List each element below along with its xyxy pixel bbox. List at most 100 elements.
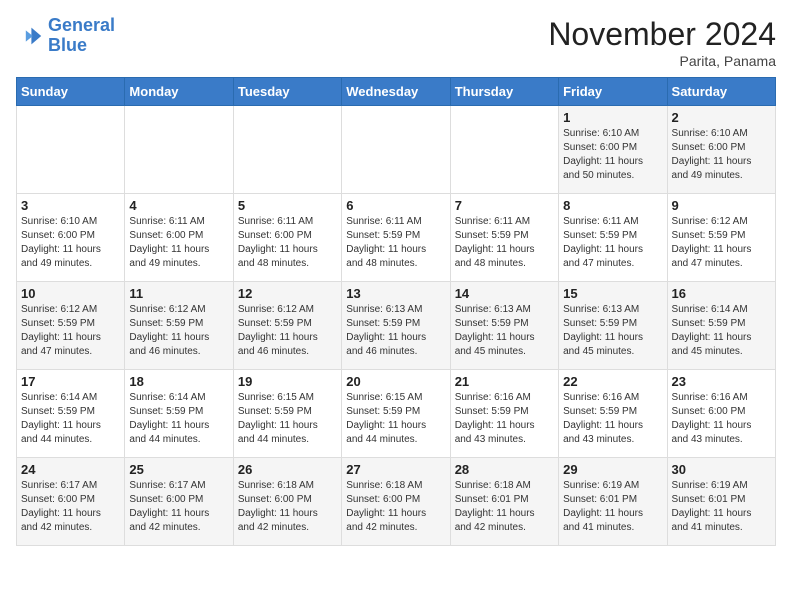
day-number: 5 bbox=[238, 198, 337, 213]
calendar-cell: 17Sunrise: 6:14 AM Sunset: 5:59 PM Dayli… bbox=[17, 370, 125, 458]
calendar-cell: 10 Sunrise: 6:12 AM Sunset: 5:59 PM Dayli… bbox=[17, 282, 125, 370]
calendar-cell: 2 Sunrise: 6:10 AM Sunset: 6:00 PM Daylig… bbox=[667, 106, 775, 194]
logo-line2: Blue bbox=[48, 36, 115, 56]
location: Parita, Panama bbox=[548, 53, 776, 69]
cell-info: Sunrise: 6:16 AM Sunset: 6:00 PM Dayligh… bbox=[672, 391, 771, 447]
cell-info: Sunrise: 6:11 AM Sunset: 6:00 PM Dayligh… bbox=[238, 215, 337, 271]
day-number: 3 bbox=[21, 198, 120, 213]
day-number: 7 bbox=[455, 198, 554, 213]
day-number: 8 bbox=[563, 198, 662, 213]
calendar-table: SundayMondayTuesdayWednesdayThursdayFrid… bbox=[16, 77, 776, 546]
calendar-cell: 29 Sunrise: 6:19 AM Sunset: 6:01 PM Dayli… bbox=[559, 458, 667, 546]
header-row: SundayMondayTuesdayWednesdayThursdayFrid… bbox=[17, 78, 776, 106]
page-header: General Blue November 2024 Parita, Panam… bbox=[16, 16, 776, 69]
title-block: November 2024 Parita, Panama bbox=[548, 16, 776, 69]
day-number: 2 bbox=[672, 110, 771, 125]
calendar-cell: 13 Sunrise: 6:13 AM Sunset: 5:59 PM Dayli… bbox=[342, 282, 450, 370]
week-row-1: 1 Sunrise: 6:10 AM Sunset: 6:00 PM Daylig… bbox=[17, 106, 776, 194]
calendar-cell: 28 Sunrise: 6:18 AM Sunset: 6:01 PM Dayli… bbox=[450, 458, 558, 546]
day-header-monday: Monday bbox=[125, 78, 233, 106]
calendar-cell: 20Sunrise: 6:15 AM Sunset: 5:59 PM Dayli… bbox=[342, 370, 450, 458]
day-number: 11 bbox=[129, 286, 228, 301]
calendar-cell: 4 Sunrise: 6:11 AM Sunset: 6:00 PM Daylig… bbox=[125, 194, 233, 282]
day-number: 29 bbox=[563, 462, 662, 477]
day-number: 30 bbox=[672, 462, 771, 477]
logo: General Blue bbox=[16, 16, 115, 56]
calendar-cell: 30 Sunrise: 6:19 AM Sunset: 6:01 PM Dayli… bbox=[667, 458, 775, 546]
calendar-body: 1 Sunrise: 6:10 AM Sunset: 6:00 PM Daylig… bbox=[17, 106, 776, 546]
day-number: 13 bbox=[346, 286, 445, 301]
week-row-2: 3Sunrise: 6:10 AM Sunset: 6:00 PM Daylig… bbox=[17, 194, 776, 282]
calendar-cell bbox=[125, 106, 233, 194]
cell-info: Sunrise: 6:12 AM Sunset: 5:59 PM Dayligh… bbox=[238, 303, 337, 359]
week-row-3: 10 Sunrise: 6:12 AM Sunset: 5:59 PM Dayli… bbox=[17, 282, 776, 370]
calendar-cell bbox=[342, 106, 450, 194]
calendar-cell: 3Sunrise: 6:10 AM Sunset: 6:00 PM Daylig… bbox=[17, 194, 125, 282]
day-number: 22 bbox=[563, 374, 662, 389]
cell-info: Sunrise: 6:13 AM Sunset: 5:59 PM Dayligh… bbox=[455, 303, 554, 359]
calendar-header: SundayMondayTuesdayWednesdayThursdayFrid… bbox=[17, 78, 776, 106]
logo-icon bbox=[16, 22, 44, 50]
calendar-cell: 7 Sunrise: 6:11 AM Sunset: 5:59 PM Daylig… bbox=[450, 194, 558, 282]
day-header-saturday: Saturday bbox=[667, 78, 775, 106]
calendar-cell: 15 Sunrise: 6:13 AM Sunset: 5:59 PM Dayli… bbox=[559, 282, 667, 370]
cell-info: Sunrise: 6:11 AM Sunset: 6:00 PM Dayligh… bbox=[129, 215, 228, 271]
calendar-cell: 27 Sunrise: 6:18 AM Sunset: 6:00 PM Dayli… bbox=[342, 458, 450, 546]
cell-info: Sunrise: 6:14 AM Sunset: 5:59 PM Dayligh… bbox=[129, 391, 228, 447]
cell-info: Sunrise: 6:18 AM Sunset: 6:00 PM Dayligh… bbox=[346, 479, 445, 535]
cell-info: Sunrise: 6:13 AM Sunset: 5:59 PM Dayligh… bbox=[563, 303, 662, 359]
calendar-cell: 26 Sunrise: 6:18 AM Sunset: 6:00 PM Dayli… bbox=[233, 458, 341, 546]
day-header-thursday: Thursday bbox=[450, 78, 558, 106]
logo-line1: General bbox=[48, 16, 115, 36]
day-number: 15 bbox=[563, 286, 662, 301]
logo-text: General Blue bbox=[48, 16, 115, 56]
week-row-4: 17 Sunrise: 6:14 AM Sunset: 5:59 PM Dayli… bbox=[17, 370, 776, 458]
calendar-cell: 21 Sunrise: 6:16 AM Sunset: 5:59 PM Dayli… bbox=[450, 370, 558, 458]
cell-info: Sunrise: 6:16 AM Sunset: 5:59 PM Dayligh… bbox=[563, 391, 662, 447]
day-number: 27 bbox=[346, 462, 445, 477]
calendar-cell: 14 Sunrise: 6:13 AM Sunset: 5:59 PM Dayli… bbox=[450, 282, 558, 370]
day-number: 9 bbox=[672, 198, 771, 213]
cell-info: Sunrise: 6:10 AM Sunset: 6:00 PM Dayligh… bbox=[672, 127, 771, 183]
calendar-cell: 25Sunrise: 6:17 AM Sunset: 6:00 PM Dayli… bbox=[125, 458, 233, 546]
calendar-cell bbox=[450, 106, 558, 194]
month-title: November 2024 bbox=[548, 16, 776, 53]
cell-info: Sunrise: 6:12 AM Sunset: 5:59 PM Dayligh… bbox=[21, 303, 120, 359]
day-number: 28 bbox=[455, 462, 554, 477]
day-number: 20 bbox=[346, 374, 445, 389]
calendar-cell: 19Sunrise: 6:15 AM Sunset: 5:59 PM Dayli… bbox=[233, 370, 341, 458]
cell-info: Sunrise: 6:19 AM Sunset: 6:01 PM Dayligh… bbox=[563, 479, 662, 535]
day-number: 1 bbox=[563, 110, 662, 125]
day-number: 18 bbox=[129, 374, 228, 389]
cell-info: Sunrise: 6:18 AM Sunset: 6:01 PM Dayligh… bbox=[455, 479, 554, 535]
day-number: 25 bbox=[129, 462, 228, 477]
calendar-cell: 11Sunrise: 6:12 AM Sunset: 5:59 PM Dayli… bbox=[125, 282, 233, 370]
cell-info: Sunrise: 6:12 AM Sunset: 5:59 PM Dayligh… bbox=[672, 215, 771, 271]
cell-info: Sunrise: 6:10 AM Sunset: 6:00 PM Dayligh… bbox=[563, 127, 662, 183]
day-header-tuesday: Tuesday bbox=[233, 78, 341, 106]
day-number: 14 bbox=[455, 286, 554, 301]
day-number: 4 bbox=[129, 198, 228, 213]
cell-info: Sunrise: 6:18 AM Sunset: 6:00 PM Dayligh… bbox=[238, 479, 337, 535]
cell-info: Sunrise: 6:11 AM Sunset: 5:59 PM Dayligh… bbox=[455, 215, 554, 271]
day-number: 24 bbox=[21, 462, 120, 477]
calendar-cell: 6Sunrise: 6:11 AM Sunset: 5:59 PM Daylig… bbox=[342, 194, 450, 282]
cell-info: Sunrise: 6:19 AM Sunset: 6:01 PM Dayligh… bbox=[672, 479, 771, 535]
calendar-cell bbox=[233, 106, 341, 194]
day-number: 6 bbox=[346, 198, 445, 213]
day-number: 26 bbox=[238, 462, 337, 477]
calendar-cell bbox=[17, 106, 125, 194]
day-header-friday: Friday bbox=[559, 78, 667, 106]
day-number: 17 bbox=[21, 374, 120, 389]
calendar-cell: 22 Sunrise: 6:16 AM Sunset: 5:59 PM Dayli… bbox=[559, 370, 667, 458]
cell-info: Sunrise: 6:16 AM Sunset: 5:59 PM Dayligh… bbox=[455, 391, 554, 447]
calendar-cell: 5 Sunrise: 6:11 AM Sunset: 6:00 PM Daylig… bbox=[233, 194, 341, 282]
calendar-cell: 1 Sunrise: 6:10 AM Sunset: 6:00 PM Daylig… bbox=[559, 106, 667, 194]
cell-info: Sunrise: 6:13 AM Sunset: 5:59 PM Dayligh… bbox=[346, 303, 445, 359]
day-number: 10 bbox=[21, 286, 120, 301]
day-number: 19 bbox=[238, 374, 337, 389]
calendar-cell: 16Sunrise: 6:14 AM Sunset: 5:59 PM Dayli… bbox=[667, 282, 775, 370]
calendar-cell: 23Sunrise: 6:16 AM Sunset: 6:00 PM Dayli… bbox=[667, 370, 775, 458]
calendar-cell: 9 Sunrise: 6:12 AM Sunset: 5:59 PM Daylig… bbox=[667, 194, 775, 282]
day-number: 21 bbox=[455, 374, 554, 389]
